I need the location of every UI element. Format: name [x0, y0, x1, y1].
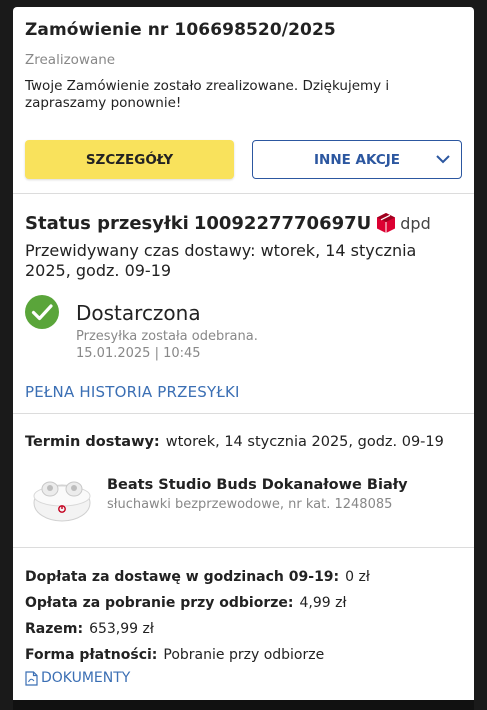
bottom-edge: [13, 700, 474, 710]
more-actions-label: INNE AKCJE: [314, 151, 400, 168]
documents-link[interactable]: DOKUMENTY: [25, 670, 462, 686]
order-message: Twoje Zamówienie zostało zrealizowane. D…: [25, 78, 390, 111]
product-item[interactable]: Beats Studio Buds Dokanałowe Biały słuch…: [25, 469, 462, 547]
summary-value: 4,99 zł: [299, 595, 347, 611]
summary-label: Opłata za pobranie przy odbiorze:: [25, 595, 294, 611]
order-actions: SZCZEGÓŁY INNE AKCJE: [25, 140, 462, 193]
delivery-term-label: Termin dostawy:: [25, 434, 160, 450]
shipment-title-label: Status przesyłki: [25, 212, 189, 234]
check-circle-icon: [25, 295, 59, 329]
delivery-state-title: Dostarczona: [76, 301, 201, 325]
earbuds-case-image: [33, 481, 91, 522]
shipment-section: Status przesyłki 1009227770697U dpd Prze…: [13, 194, 474, 413]
delivery-term: Termin dostawy: wtorek, 14 stycznia 2025,…: [25, 414, 462, 450]
full-history-link[interactable]: PEŁNA HISTORIA PRZESYŁKI: [25, 383, 462, 413]
details-button[interactable]: SZCZEGÓŁY: [25, 140, 234, 179]
delivery-state-text: Dostarczona Przesyłka została odebrana. …: [76, 295, 258, 362]
dpd-logo: dpd: [376, 212, 431, 234]
summary-row: Dopłata za dostawę w godzinach 09-19: 0 z…: [25, 568, 462, 586]
summary-label: Forma płatności:: [25, 647, 158, 663]
tracking-number: 1009227770697U: [193, 212, 372, 234]
summary-label: Razem:: [25, 621, 84, 637]
order-title: Zamówienie nr 106698520/2025: [25, 20, 336, 40]
product-description: słuchawki bezprzewodowe, nr kat. 1248085: [107, 496, 393, 512]
more-actions-button[interactable]: INNE AKCJE: [252, 140, 462, 179]
shipment-title: Status przesyłki 1009227770697U dpd: [25, 194, 462, 234]
summary-row: Forma płatności: Pobranie przy odbiorze: [25, 646, 462, 664]
summary-row: Razem: 653,99 zł: [25, 620, 462, 638]
dpd-cube-icon: [377, 213, 396, 233]
product-name: Beats Studio Buds Dokanałowe Biały: [107, 476, 408, 493]
summary-label: Dopłata za dostawę w godzinach 09-19:: [25, 569, 340, 585]
delivery-term-value: wtorek, 14 stycznia 2025, godz. 09-19: [165, 434, 444, 450]
summary-value: 0 zł: [345, 569, 370, 585]
delivery-state: Dostarczona Przesyłka została odebrana. …: [25, 295, 462, 362]
chevron-down-icon: [436, 155, 450, 164]
order-status: Zrealizowane: [25, 52, 116, 68]
summary-value: Pobranie przy odbiorze: [163, 647, 325, 663]
document-icon: [25, 670, 38, 686]
payment-summary: Dopłata za dostawę w godzinach 09-19: 0 z…: [13, 548, 474, 686]
summary-row: Opłata za pobranie przy odbiorze: 4,99 zł: [25, 594, 462, 612]
shipment-eta: Przewidywany czas dostawy: wtorek, 14 st…: [25, 241, 417, 280]
order-card: Zamówienie nr 106698520/2025 Zrealizowan…: [13, 7, 474, 710]
details-button-label: SZCZEGÓŁY: [85, 151, 174, 168]
summary-value: 653,99 zł: [89, 621, 154, 637]
documents-label: DOKUMENTY: [41, 670, 131, 686]
delivery-state-detail: Przesyłka została odebrana.: [76, 329, 258, 344]
carrier-name: dpd: [400, 213, 431, 233]
product-info: Beats Studio Buds Dokanałowe Biały słuch…: [107, 477, 408, 512]
delivery-section: Termin dostawy: wtorek, 14 stycznia 2025,…: [13, 414, 474, 547]
delivery-state-time: 15.01.2025 | 10:45: [76, 346, 201, 361]
order-header: Zamówienie nr 106698520/2025 Zrealizowan…: [13, 7, 474, 193]
